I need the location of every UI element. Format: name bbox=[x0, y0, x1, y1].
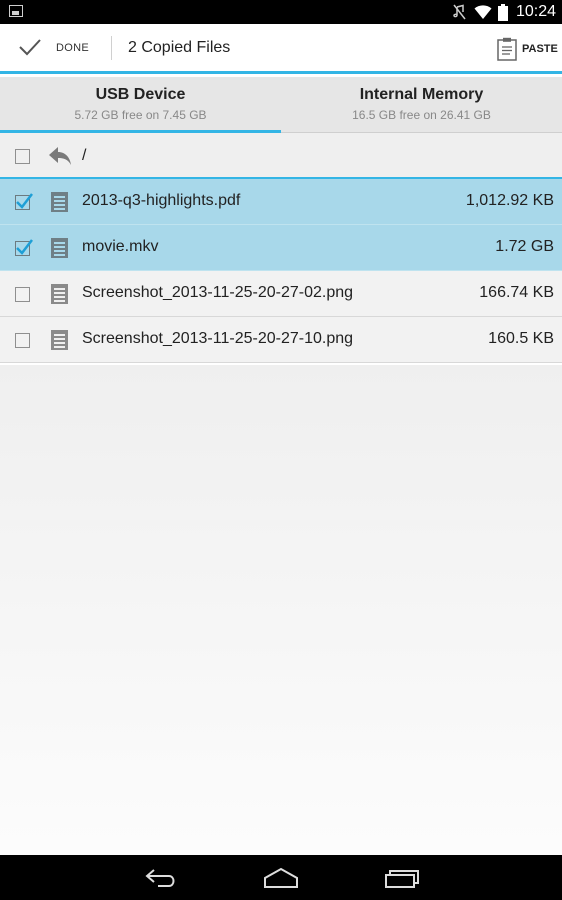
clipboard-icon bbox=[497, 37, 517, 61]
file-row[interactable]: Screenshot_2013-11-25-20-27-10.png 160.5… bbox=[0, 317, 562, 363]
action-divider bbox=[111, 36, 112, 60]
select-all-checkbox[interactable] bbox=[15, 149, 30, 164]
file-name: Screenshot_2013-11-25-20-27-10.png bbox=[82, 330, 354, 347]
file-checkbox[interactable] bbox=[15, 287, 30, 302]
paste-label: PASTE bbox=[522, 43, 558, 55]
clock: 10:24 bbox=[515, 3, 556, 20]
checkmark-icon bbox=[16, 239, 33, 255]
tab-usb-device[interactable]: USB Device 5.72 GB free on 7.45 GB bbox=[0, 77, 281, 134]
file-checkbox[interactable] bbox=[15, 193, 33, 210]
file-name: movie.mkv bbox=[82, 238, 159, 255]
wifi-icon bbox=[474, 5, 492, 19]
status-bar: 10:24 bbox=[0, 0, 562, 24]
action-bar: DONE 2 Copied Files PASTE bbox=[0, 24, 562, 74]
done-button[interactable]: DONE bbox=[0, 24, 110, 71]
tab-free-space: 16.5 GB free on 26.41 GB bbox=[352, 108, 491, 122]
done-label: DONE bbox=[56, 42, 89, 54]
empty-list-area bbox=[0, 365, 562, 855]
recent-apps-icon[interactable] bbox=[384, 865, 420, 891]
home-icon[interactable] bbox=[263, 865, 299, 891]
file-name: 2013-q3-highlights.pdf bbox=[82, 192, 241, 209]
document-icon bbox=[51, 238, 68, 258]
file-name: Screenshot_2013-11-25-20-27-02.png bbox=[82, 284, 354, 301]
check-icon bbox=[19, 39, 41, 56]
picture-notification-icon bbox=[9, 5, 23, 17]
document-icon bbox=[51, 192, 68, 212]
document-icon bbox=[51, 284, 68, 304]
navigation-bar bbox=[0, 855, 562, 900]
checkmark-icon bbox=[16, 193, 33, 209]
paste-button[interactable]: PASTE bbox=[482, 24, 562, 71]
file-list: / 2013-q3-highlights.pdf 1,012.92 KB mov… bbox=[0, 133, 562, 363]
file-size: 160.5 KB bbox=[488, 330, 554, 347]
storage-tabs: USB Device 5.72 GB free on 7.45 GB Inter… bbox=[0, 77, 562, 134]
battery-icon bbox=[497, 3, 508, 21]
status-icons: 10:24 bbox=[452, 0, 556, 24]
file-row[interactable]: movie.mkv 1.72 GB bbox=[0, 225, 562, 271]
mute-icon bbox=[453, 4, 466, 20]
file-checkbox[interactable] bbox=[15, 333, 30, 348]
current-path: / bbox=[82, 147, 87, 164]
tab-internal-memory[interactable]: Internal Memory 16.5 GB free on 26.41 GB bbox=[281, 77, 562, 133]
file-size: 166.74 KB bbox=[479, 284, 554, 301]
tab-name: USB Device bbox=[95, 86, 186, 103]
document-icon bbox=[51, 330, 68, 350]
file-size: 1,012.92 KB bbox=[465, 192, 554, 209]
tab-free-space: 5.72 GB free on 7.45 GB bbox=[74, 108, 207, 122]
back-icon[interactable] bbox=[144, 865, 178, 891]
file-checkbox[interactable] bbox=[15, 239, 33, 256]
file-size: 1.72 GB bbox=[495, 238, 554, 255]
file-row[interactable]: Screenshot_2013-11-25-20-27-02.png 166.7… bbox=[0, 271, 562, 317]
back-arrow-icon bbox=[49, 147, 71, 165]
parent-directory-row[interactable]: / bbox=[0, 133, 562, 179]
tab-name: Internal Memory bbox=[359, 86, 484, 103]
page-title: 2 Copied Files bbox=[128, 39, 231, 56]
file-row[interactable]: 2013-q3-highlights.pdf 1,012.92 KB bbox=[0, 179, 562, 225]
